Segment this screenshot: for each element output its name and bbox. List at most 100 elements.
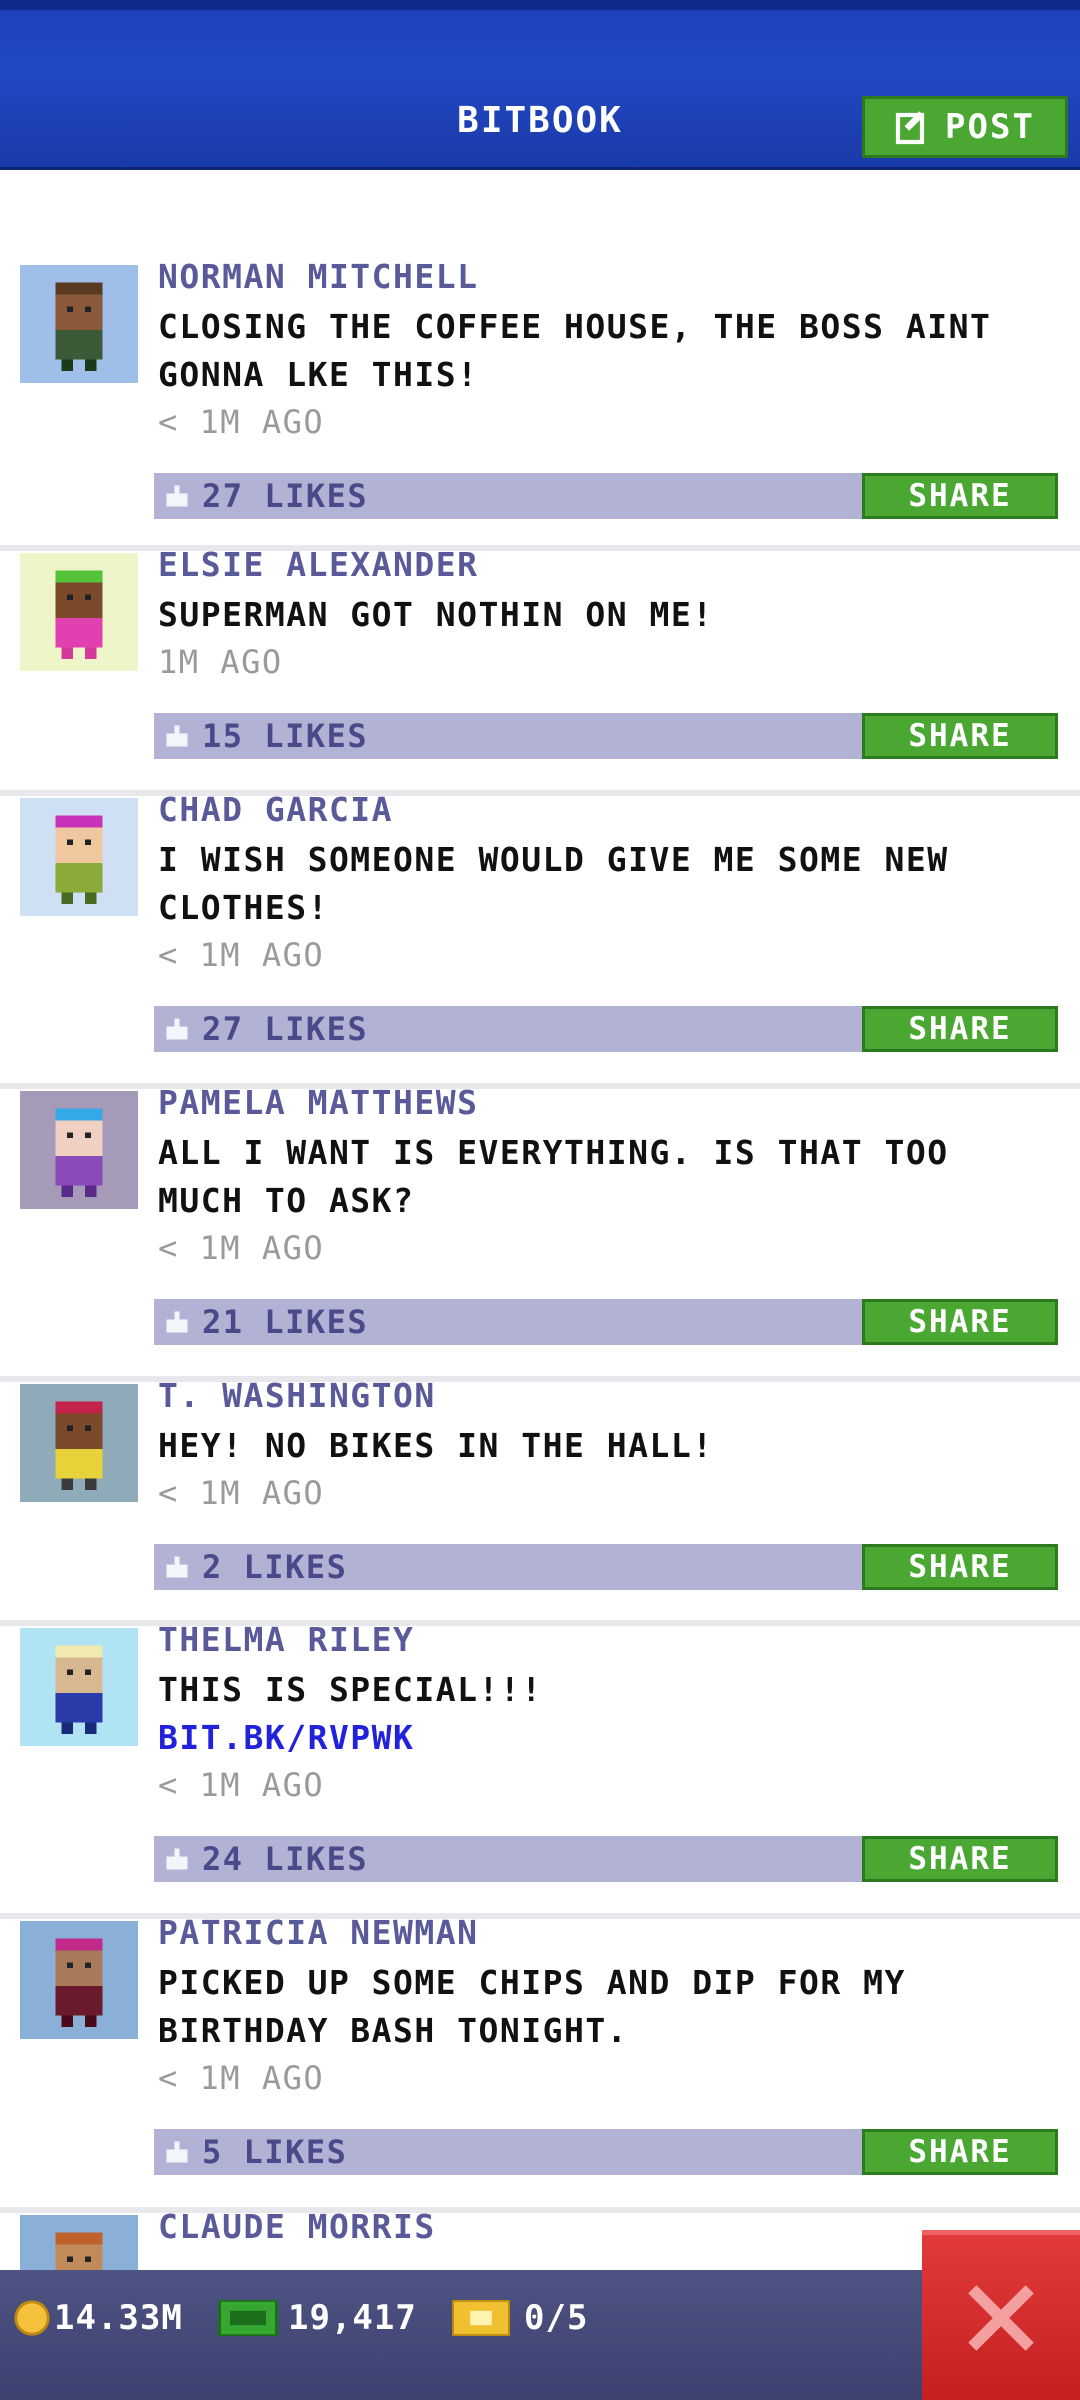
post-timestamp: < 1M AGO	[158, 1229, 325, 1267]
close-icon	[968, 2284, 1034, 2351]
post-message-line: MUCH TO ASK?	[158, 1181, 415, 1220]
likes-count: 15 LIKES	[202, 717, 369, 755]
tickets-value: 0/5	[524, 2298, 589, 2338]
thumb-icon	[166, 2141, 188, 2163]
post-timestamp: < 1M AGO	[158, 936, 325, 974]
post-item: CHAD GARCIA I WISH SOMEONE WOULD GIVE ME …	[0, 790, 1080, 1088]
likes-count: 21 LIKES	[202, 1303, 369, 1341]
likes-count: 24 LIKES	[202, 1840, 369, 1878]
share-button[interactable]: SHARE	[862, 1299, 1058, 1345]
post-message-line: THIS IS SPECIAL!!!	[158, 1670, 543, 1709]
bux-stat: 19,417	[218, 2298, 417, 2338]
post-message-line: I WISH SOMEONE WOULD GIVE ME SOME NEW	[158, 840, 949, 879]
avatar[interactable]	[20, 1921, 138, 2039]
post-divider	[0, 790, 1080, 796]
bux-icon	[218, 2300, 278, 2336]
post-message-line: CLOSING THE COFFEE HOUSE, THE BOSS AINT	[158, 307, 992, 346]
post-button-label: POST	[945, 107, 1035, 147]
avatar-icon	[20, 553, 138, 671]
status-strip	[0, 0, 1080, 10]
likes-bar[interactable]: 27 LIKES	[154, 473, 862, 519]
avatar[interactable]	[20, 1384, 138, 1502]
post-link[interactable]: BIT.BK/RVPWK	[158, 1714, 1048, 1762]
likes-bar[interactable]: 27 LIKES	[154, 1006, 862, 1052]
post-message: SUPERMAN GOT NOTHIN ON ME!	[158, 591, 1048, 639]
avatar-icon	[20, 798, 138, 916]
avatar-icon	[20, 1091, 138, 1209]
post-item: NORMAN MITCHELL CLOSING THE COFFEE HOUSE,…	[0, 257, 1080, 555]
likes-bar[interactable]: 5 LIKES	[154, 2129, 862, 2175]
likes-bar[interactable]: 21 LIKES	[154, 1299, 862, 1345]
coins-value: 14.33M	[54, 2298, 183, 2338]
avatar-icon	[20, 1628, 138, 1746]
bux-value: 19,417	[288, 2298, 417, 2338]
avatar[interactable]	[20, 2215, 138, 2270]
app-header: BITBOOK POST	[0, 0, 1080, 170]
thumb-icon	[166, 1556, 188, 1578]
post-timestamp: < 1M AGO	[158, 1766, 325, 1804]
post-timestamp: < 1M AGO	[158, 2059, 325, 2097]
share-button[interactable]: SHARE	[862, 1544, 1058, 1590]
post-feed[interactable]: NORMAN MITCHELL CLOSING THE COFFEE HOUSE,…	[0, 170, 1080, 2270]
post-divider	[0, 1376, 1080, 1382]
avatar-icon	[20, 2215, 138, 2270]
avatar[interactable]	[20, 798, 138, 916]
post-item: THELMA RILEY THIS IS SPECIAL!!! BIT.BK/RVP…	[0, 1620, 1080, 1918]
likes-bar[interactable]: 15 LIKES	[154, 713, 862, 759]
avatar-icon	[20, 1384, 138, 1502]
post-author[interactable]: NORMAN MITCHELL	[158, 257, 479, 296]
share-button[interactable]: SHARE	[862, 1836, 1058, 1882]
avatar-icon	[20, 265, 138, 383]
post-message: I WISH SOMEONE WOULD GIVE ME SOME NEW CLO…	[158, 836, 1048, 932]
share-button[interactable]: SHARE	[862, 2129, 1058, 2175]
post-message-line: GONNA LKE THIS!	[158, 355, 479, 394]
avatar[interactable]	[20, 265, 138, 383]
coins-stat: 14.33M	[14, 2298, 183, 2338]
thumb-icon	[166, 725, 188, 747]
likes-bar[interactable]: 2 LIKES	[154, 1544, 862, 1590]
post-message-line: SUPERMAN GOT NOTHIN ON ME!	[158, 595, 714, 634]
thumb-icon	[166, 1018, 188, 1040]
share-button[interactable]: SHARE	[862, 1006, 1058, 1052]
share-button[interactable]: SHARE	[862, 713, 1058, 759]
likes-count: 27 LIKES	[202, 1010, 369, 1048]
currency-bar: 14.33M 19,417 0/5	[0, 2270, 1080, 2400]
avatar[interactable]	[20, 553, 138, 671]
post-timestamp: 1M AGO	[158, 643, 283, 681]
edit-icon	[895, 111, 925, 145]
thumb-icon	[166, 1848, 188, 1870]
post-item: PAMELA MATTHEWS ALL I WANT IS EVERYTHING.…	[0, 1083, 1080, 1381]
thumb-icon	[166, 1311, 188, 1333]
post-message: THIS IS SPECIAL!!! BIT.BK/RVPWK	[158, 1666, 1048, 1762]
post-timestamp: < 1M AGO	[158, 403, 325, 441]
post-timestamp: < 1M AGO	[158, 1474, 325, 1512]
avatar-icon	[20, 1921, 138, 2039]
likes-count: 27 LIKES	[202, 477, 369, 515]
thumb-icon	[166, 485, 188, 507]
avatar[interactable]	[20, 1091, 138, 1209]
share-button[interactable]: SHARE	[862, 473, 1058, 519]
ticket-icon	[452, 2300, 510, 2336]
post-message: HEY! NO BIKES IN THE HALL!	[158, 1422, 1048, 1470]
post-item: PATRICIA NEWMAN PICKED UP SOME CHIPS AND …	[0, 1913, 1080, 2211]
post-message-line: ALL I WANT IS EVERYTHING. IS THAT TOO	[158, 1133, 949, 1172]
likes-count: 5 LIKES	[202, 2133, 348, 2171]
avatar[interactable]	[20, 1628, 138, 1746]
post-divider	[0, 545, 1080, 551]
post-message: CLOSING THE COFFEE HOUSE, THE BOSS AINT G…	[158, 303, 1048, 399]
post-item: CLAUDE MORRIS	[0, 2207, 1080, 2270]
post-button[interactable]: POST	[862, 96, 1068, 158]
post-message-line: HEY! NO BIKES IN THE HALL!	[158, 1426, 714, 1465]
post-divider	[0, 1620, 1080, 1626]
close-button[interactable]	[922, 2230, 1080, 2400]
tickets-stat: 0/5	[452, 2298, 588, 2338]
likes-count: 2 LIKES	[202, 1548, 348, 1586]
post-message: ALL I WANT IS EVERYTHING. IS THAT TOO MUC…	[158, 1129, 1048, 1225]
coin-icon	[14, 2300, 50, 2336]
post-divider	[0, 1913, 1080, 1919]
post-message: PICKED UP SOME CHIPS AND DIP FOR MY BIRTH…	[158, 1959, 1048, 2055]
likes-bar[interactable]: 24 LIKES	[154, 1836, 862, 1882]
post-message-line: BIRTHDAY BASH TONIGHT.	[158, 2011, 629, 2050]
post-message-line: PICKED UP SOME CHIPS AND DIP FOR MY	[158, 1963, 906, 2002]
post-divider	[0, 2207, 1080, 2213]
